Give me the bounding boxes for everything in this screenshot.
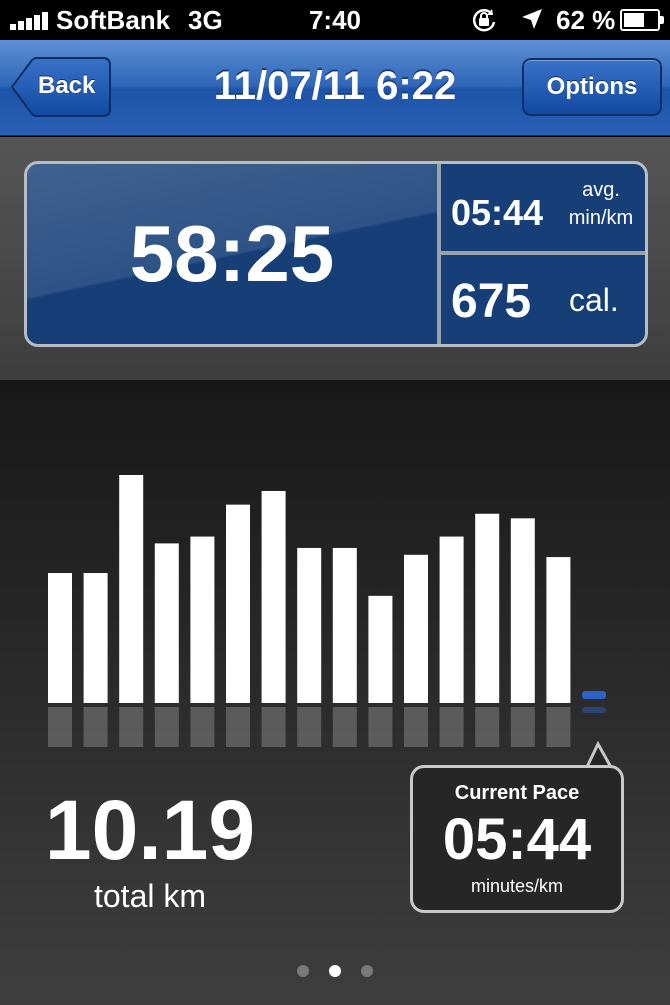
page-dot[interactable]	[329, 965, 341, 977]
pace-bar	[404, 554, 428, 703]
pace-bar	[83, 573, 108, 703]
location-icon	[522, 9, 542, 29]
navigation-bar: Back 11/07/11 6:22 Options	[0, 40, 670, 136]
pace-bar-reflection	[297, 707, 322, 747]
current-pace-unit: minutes/km	[470, 876, 564, 896]
pace-bar-reflection	[475, 707, 500, 747]
duration-value: 58:25	[129, 209, 335, 298]
status-bar: SoftBank 3G 7:40 62 %	[0, 0, 670, 40]
pace-bar	[226, 504, 250, 703]
pace-bar	[190, 536, 215, 703]
summary-area: 58:25 05:44 avg. min/km 675 cal.	[0, 137, 670, 380]
pace-bar	[475, 513, 500, 703]
pace-bar	[546, 557, 571, 703]
pace-chart-area[interactable]: 10.19 total km Current Pace 05:44 minute…	[0, 380, 670, 1005]
pace-bar	[261, 490, 286, 703]
pace-bar-reflection	[83, 707, 108, 747]
total-distance-value: 10.19	[44, 783, 256, 877]
pace-bar	[510, 518, 535, 703]
pace-bar-reflection	[582, 707, 606, 713]
page-indicator[interactable]	[0, 964, 670, 978]
pace-bar-reflection	[332, 707, 357, 747]
battery-fill	[624, 13, 644, 27]
pace-bar-reflection	[190, 707, 215, 747]
pace-bar-reflection	[226, 707, 250, 747]
avg-pace-value: 05:44	[451, 192, 544, 233]
pace-bar	[582, 691, 606, 699]
pace-bar	[332, 547, 357, 703]
calories-value: 675	[451, 275, 532, 328]
current-pace-title: Current Pace	[454, 782, 580, 804]
pace-bar-reflection	[119, 707, 144, 747]
panel-divider	[441, 251, 645, 255]
calories-unit: cal.	[569, 282, 619, 318]
pace-bar-reflection	[510, 707, 535, 747]
avg-pace-unit-line1: avg.	[582, 179, 620, 201]
pace-bar	[297, 547, 322, 703]
pace-bar-reflection	[48, 707, 72, 747]
total-distance-label: total km	[93, 878, 207, 914]
summary-panel: 58:25 05:44 avg. min/km 675 cal.	[24, 161, 648, 347]
split-pace-chart	[48, 475, 606, 747]
options-button[interactable]: Options	[522, 58, 662, 116]
pace-bar	[368, 595, 393, 703]
pace-bar-reflection	[439, 707, 464, 747]
avg-pace-unit-line2: min/km	[568, 207, 634, 229]
battery-icon	[620, 9, 664, 31]
page-dot[interactable]	[297, 965, 309, 977]
pace-bar-reflection	[261, 707, 286, 747]
pace-bar-reflection	[368, 707, 393, 747]
pace-bar-reflection	[546, 707, 571, 747]
pace-bar	[48, 573, 72, 703]
pace-bar	[154, 543, 179, 703]
pace-bar	[439, 536, 464, 703]
pace-bar-reflection	[154, 707, 179, 747]
page-dot[interactable]	[361, 965, 373, 977]
battery-percent: 62 %	[556, 5, 616, 35]
current-pace-bubble: Current Pace 05:44 minutes/km	[410, 765, 624, 913]
pace-bar-reflection	[404, 707, 428, 747]
rotation-lock-icon	[472, 9, 496, 32]
current-pace-value: 05:44	[442, 807, 592, 872]
avg-pace-unit: avg. min/km	[561, 176, 641, 232]
pace-bar	[119, 475, 144, 703]
